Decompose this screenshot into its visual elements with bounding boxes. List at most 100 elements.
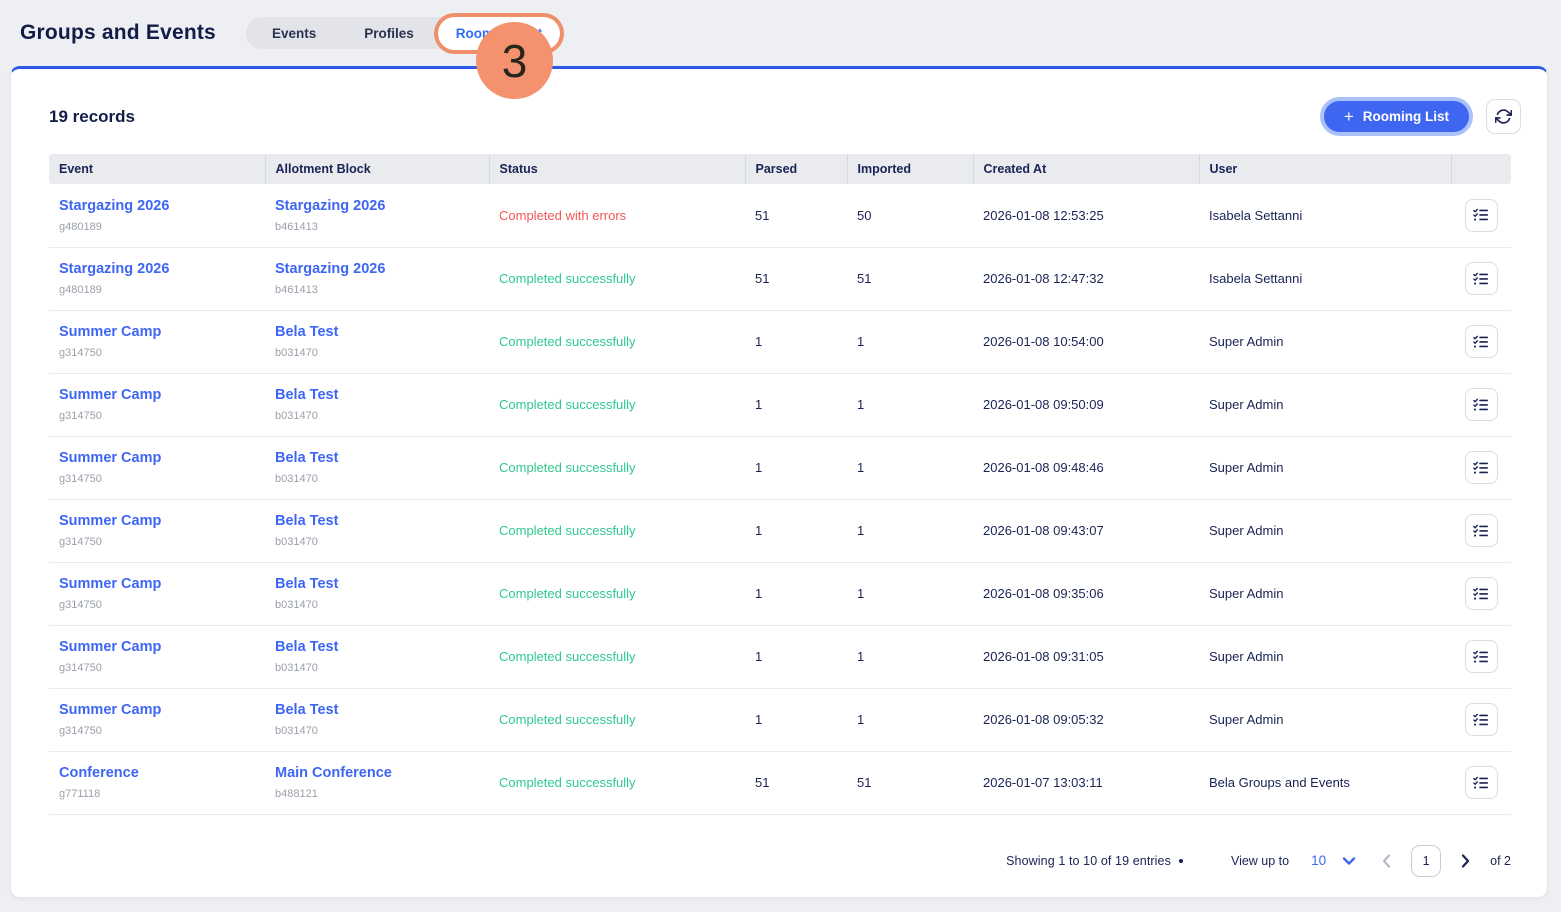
row-actions-button[interactable]: [1465, 766, 1498, 799]
row-actions-button[interactable]: [1465, 262, 1498, 295]
page-title: Groups and Events: [20, 21, 216, 45]
row-actions-button[interactable]: [1465, 451, 1498, 484]
user-name: Isabela Settanni: [1209, 271, 1302, 286]
row-actions-button[interactable]: [1465, 199, 1498, 232]
status-text: Completed successfully: [499, 271, 636, 286]
next-page-button[interactable]: [1461, 854, 1470, 868]
parsed-count: 1: [755, 397, 762, 412]
allotment-block-id: b031470: [275, 725, 479, 737]
checklist-icon: [1473, 523, 1489, 539]
event-link[interactable]: Summer Camp: [59, 702, 255, 718]
annotation-step-badge: 3: [476, 22, 553, 99]
imported-count: 51: [857, 271, 871, 286]
pagination-bar: Showing 1 to 10 of 19 entries View up to…: [49, 845, 1511, 877]
user-name: Bela Groups and Events: [1209, 775, 1350, 790]
event-link[interactable]: Summer Camp: [59, 387, 255, 403]
allotment-block-link[interactable]: Bela Test: [275, 450, 479, 466]
allotment-block-link[interactable]: Main Conference: [275, 765, 479, 781]
created-at: 2026-01-08 09:43:07: [983, 523, 1104, 538]
status-text: Completed successfully: [499, 586, 636, 601]
event-id: g480189: [59, 284, 255, 296]
imported-count: 1: [857, 460, 864, 475]
checklist-icon: [1473, 334, 1489, 350]
rooming-list-panel: 19 records + Rooming List: [10, 66, 1548, 898]
status-text: Completed successfully: [499, 523, 636, 538]
imported-count: 1: [857, 586, 864, 601]
table-row: Summer Camp g314750 Bela Test b031470 Co…: [49, 625, 1511, 688]
parsed-count: 1: [755, 712, 762, 727]
event-id: g314750: [59, 599, 255, 611]
imported-count: 51: [857, 775, 871, 790]
allotment-block-link[interactable]: Bela Test: [275, 513, 479, 529]
allotment-block-id: b461413: [275, 221, 479, 233]
row-actions-button[interactable]: [1465, 640, 1498, 673]
add-rooming-list-button[interactable]: + Rooming List: [1324, 101, 1469, 132]
row-actions-button[interactable]: [1465, 703, 1498, 736]
parsed-count: 1: [755, 334, 762, 349]
allotment-block-id: b031470: [275, 347, 479, 359]
event-link[interactable]: Summer Camp: [59, 576, 255, 592]
event-link[interactable]: Stargazing 2026: [59, 198, 255, 214]
user-name: Super Admin: [1209, 460, 1283, 475]
status-text: Completed successfully: [499, 397, 636, 412]
table-row: Summer Camp g314750 Bela Test b031470 Co…: [49, 436, 1511, 499]
event-link[interactable]: Summer Camp: [59, 324, 255, 340]
bullet-separator: [1179, 859, 1183, 863]
user-name: Super Admin: [1209, 649, 1283, 664]
row-actions-button[interactable]: [1465, 514, 1498, 547]
previous-page-button[interactable]: [1382, 854, 1391, 868]
refresh-button[interactable]: [1486, 99, 1521, 134]
event-link[interactable]: Summer Camp: [59, 450, 255, 466]
add-rooming-list-button-label: Rooming List: [1363, 109, 1449, 124]
event-id: g314750: [59, 536, 255, 548]
created-at: 2026-01-08 12:53:25: [983, 208, 1104, 223]
event-link[interactable]: Conference: [59, 765, 255, 781]
event-id: g314750: [59, 473, 255, 485]
allotment-block-id: b031470: [275, 410, 479, 422]
checklist-icon: [1473, 586, 1489, 602]
column-header-allotment-block: Allotment Block: [265, 154, 489, 184]
imported-count: 1: [857, 523, 864, 538]
status-text: Completed successfully: [499, 334, 636, 349]
event-link[interactable]: Summer Camp: [59, 513, 255, 529]
event-link[interactable]: Stargazing 2026: [59, 261, 255, 277]
allotment-block-link[interactable]: Stargazing 2026: [275, 261, 479, 277]
row-actions-button[interactable]: [1465, 325, 1498, 358]
event-id: g314750: [59, 347, 255, 359]
column-header-imported: Imported: [847, 154, 973, 184]
created-at: 2026-01-08 09:50:09: [983, 397, 1104, 412]
event-id: g314750: [59, 410, 255, 422]
imported-count: 1: [857, 712, 864, 727]
status-text: Completed with errors: [499, 208, 626, 223]
table-row: Summer Camp g314750 Bela Test b031470 Co…: [49, 499, 1511, 562]
event-id: g480189: [59, 221, 255, 233]
allotment-block-link[interactable]: Bela Test: [275, 702, 479, 718]
event-id: g314750: [59, 725, 255, 737]
row-actions-button[interactable]: [1465, 577, 1498, 610]
chevron-down-icon[interactable]: [1342, 856, 1356, 866]
allotment-block-link[interactable]: Bela Test: [275, 639, 479, 655]
showing-entries-text: Showing 1 to 10 of 19 entries: [1006, 854, 1171, 868]
total-pages-label: of 2: [1490, 854, 1511, 868]
current-page-input[interactable]: 1: [1411, 845, 1441, 877]
plus-icon: +: [1344, 108, 1354, 125]
tab-profiles[interactable]: Profiles: [340, 17, 438, 49]
imported-count: 1: [857, 649, 864, 664]
created-at: 2026-01-08 09:31:05: [983, 649, 1104, 664]
row-actions-button[interactable]: [1465, 388, 1498, 421]
created-at: 2026-01-08 10:54:00: [983, 334, 1104, 349]
allotment-block-link[interactable]: Bela Test: [275, 387, 479, 403]
table-row: Stargazing 2026 g480189 Stargazing 2026 …: [49, 247, 1511, 310]
event-id: g314750: [59, 662, 255, 674]
event-link[interactable]: Summer Camp: [59, 639, 255, 655]
page-size-value[interactable]: 10: [1311, 853, 1326, 868]
status-text: Completed successfully: [499, 775, 636, 790]
allotment-block-link[interactable]: Stargazing 2026: [275, 198, 479, 214]
allotment-block-link[interactable]: Bela Test: [275, 576, 479, 592]
created-at: 2026-01-08 09:05:32: [983, 712, 1104, 727]
allotment-block-link[interactable]: Bela Test: [275, 324, 479, 340]
panel-header: 19 records + Rooming List: [49, 99, 1521, 134]
parsed-count: 51: [755, 271, 769, 286]
checklist-icon: [1473, 271, 1489, 287]
tab-events[interactable]: Events: [248, 17, 340, 49]
